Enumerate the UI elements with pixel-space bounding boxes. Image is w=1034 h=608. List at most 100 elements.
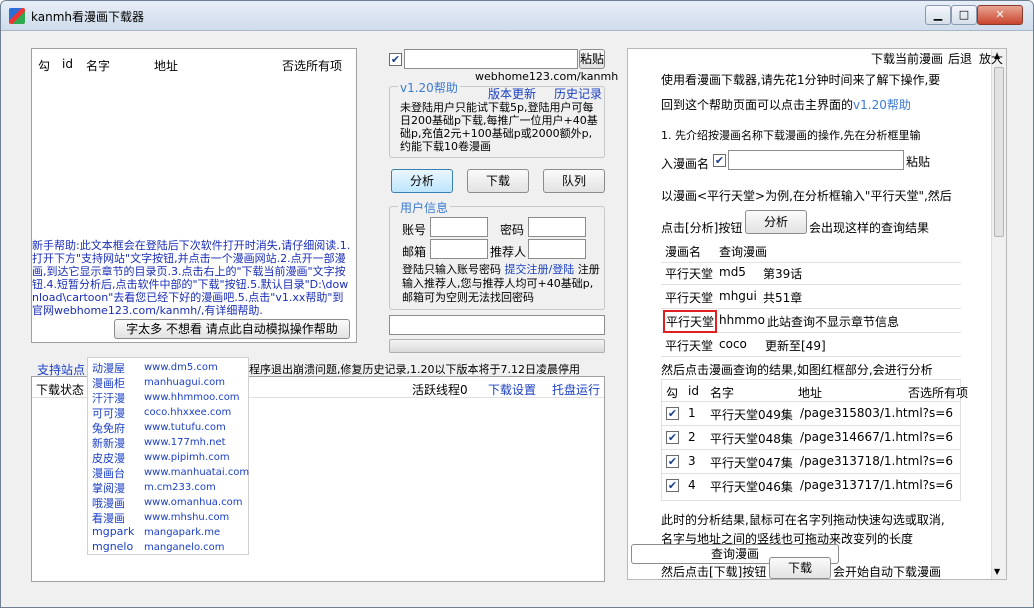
- chapter-list[interactable]: 勾 id 名字 地址 否选所有项 新手帮助:此文本框会在登陆后下次软件打开时消失…: [31, 48, 357, 343]
- tray-run-link[interactable]: 托盘运行: [552, 381, 600, 398]
- paste-button[interactable]: 粘贴: [579, 49, 605, 69]
- chapter-name: 平行天堂047集: [710, 456, 793, 470]
- site-url[interactable]: mangapark.me: [144, 527, 220, 538]
- deselect-all-header[interactable]: 否选所有项: [282, 57, 342, 79]
- user-info-group: 用户信息 账号 密码 邮箱 推荐人 登陆只输入账号密码 提交注册/登陆 注册输入…: [389, 199, 605, 310]
- zoom-link[interactable]: 放大: [979, 50, 1003, 67]
- login-tip-prefix: 登陆只输入账号密码: [402, 263, 501, 276]
- table-row: ✔ 4 平行天堂046集 /page313717/1.html?s=6: [662, 474, 960, 498]
- scroll-down-icon[interactable]: ▼: [994, 567, 1000, 576]
- site-url[interactable]: www.hhmmoo.com: [144, 392, 240, 403]
- result-info: 此站查询不显示章节信息: [767, 315, 900, 329]
- maximize-button[interactable]: □: [951, 5, 977, 25]
- demo-download-button: 下载: [769, 557, 831, 579]
- site-url[interactable]: www.manhuatai.com: [144, 467, 249, 478]
- analyze-button[interactable]: 分析: [391, 169, 453, 193]
- result-src: mhgui: [719, 289, 757, 303]
- list-header-name[interactable]: 名字: [86, 57, 110, 79]
- account-input[interactable]: [430, 217, 488, 237]
- site-name[interactable]: 可可漫: [92, 405, 125, 421]
- site-name[interactable]: 兔免府: [92, 420, 125, 436]
- chapter-check: ✔: [666, 479, 679, 492]
- referrer-label: 推荐人: [490, 245, 527, 259]
- chapter-addr: /page314667/1.html?s=6: [800, 430, 953, 444]
- chapter-check: ✔: [666, 407, 679, 420]
- result-name: 平行天堂: [665, 339, 714, 353]
- site-name[interactable]: 哦漫画: [92, 495, 125, 511]
- scroll-thumb[interactable]: [994, 67, 1004, 237]
- list-header-check[interactable]: 勾: [38, 57, 50, 79]
- minimize-button[interactable]: ▁: [925, 5, 951, 25]
- help-click-prefix: 点击[分析]按钮: [661, 221, 743, 235]
- active-threads: 活跃线程0: [412, 383, 468, 397]
- result-header-row: 漫画名 查询漫画: [661, 239, 961, 263]
- chapter-header-id: id: [688, 384, 699, 398]
- help-intro-1: 使用看漫画下载器,请先花1分钟时间来了解下操作,要: [661, 73, 941, 87]
- site-url[interactable]: www.pipimh.com: [144, 452, 230, 463]
- help-legend[interactable]: v1.20帮助: [398, 79, 460, 96]
- email-input[interactable]: [430, 239, 488, 259]
- chapter-id: 3: [688, 454, 696, 468]
- site-name[interactable]: 汗汗漫: [92, 390, 125, 406]
- chapter-name: 平行天堂048集: [710, 432, 793, 446]
- account-label: 账号: [402, 223, 427, 237]
- chapter-name: 平行天堂049集: [710, 408, 793, 422]
- queue-button[interactable]: 队列: [543, 169, 605, 193]
- download-button[interactable]: 下载: [467, 169, 529, 193]
- site-url[interactable]: www.mhshu.com: [144, 512, 229, 523]
- site-url[interactable]: manganelo.com: [144, 542, 224, 553]
- site-name[interactable]: 动漫屋: [92, 360, 125, 376]
- input-checkbox[interactable]: ✔: [389, 53, 402, 66]
- version-update-link[interactable]: 版本更新: [488, 85, 536, 102]
- password-label: 密码: [500, 223, 525, 237]
- site-name[interactable]: 皮皮漫: [92, 450, 125, 466]
- close-button[interactable]: ✕: [977, 5, 1023, 25]
- result-header-query: 查询漫画: [719, 245, 768, 259]
- site-name[interactable]: 漫画柜: [92, 375, 125, 391]
- help-final-suffix: 会开始自动下载漫画: [833, 565, 942, 579]
- register-login-link[interactable]: 提交注册/登陆: [505, 263, 575, 276]
- marquee-text: 程序退出崩溃问题,修复历史记录,1.20以下版本将于7.12日凌晨停用: [249, 363, 580, 376]
- download-current-link[interactable]: 下载当前漫画: [871, 50, 943, 67]
- password-input[interactable]: [528, 217, 586, 237]
- chapter-id: 1: [688, 406, 696, 420]
- search-input[interactable]: [404, 49, 578, 69]
- history-link[interactable]: 历史记录: [554, 85, 602, 102]
- site-name[interactable]: 看漫画: [92, 510, 125, 526]
- site-name[interactable]: 掌阅漫: [92, 480, 125, 496]
- site-url[interactable]: manhuagui.com: [144, 377, 225, 388]
- site-url[interactable]: www.dm5.com: [144, 362, 218, 373]
- site-name[interactable]: 新新漫: [92, 435, 125, 451]
- query-results-table: 漫画名 查询漫画 平行天堂 md5 第39话 平行天堂 mhgui 共51章 平…: [661, 239, 961, 357]
- site-url[interactable]: www.177mh.net: [144, 437, 226, 448]
- status-input[interactable]: [389, 315, 605, 335]
- site-url[interactable]: www.omanhua.com: [144, 497, 242, 508]
- table-row: ✔ 2 平行天堂048集 /page314667/1.html?s=6: [662, 426, 960, 450]
- chapter-header-name: 名字: [710, 386, 735, 400]
- site-name[interactable]: 漫画台: [92, 465, 125, 481]
- sites-popup: 动漫屋 www.dm5.com 漫画柜 manhuagui.com 汗汗漫 www.h…: [87, 357, 249, 555]
- download-settings-link[interactable]: 下载设置: [488, 381, 536, 398]
- site-url[interactable]: coco.hhxxee.com: [144, 407, 231, 418]
- help-group: v1.20帮助 版本更新 历史记录 未登陆用户只能试下载5p,登陆用户可每日20…: [389, 79, 605, 158]
- site-name[interactable]: mgnelo: [92, 540, 133, 553]
- list-header-id[interactable]: id: [62, 57, 73, 79]
- list-header-addr[interactable]: 地址: [154, 57, 178, 79]
- chapter-check: ✔: [666, 431, 679, 444]
- back-link[interactable]: 后退: [948, 50, 972, 67]
- result-src: hhmmo: [719, 313, 765, 327]
- result-info: 更新至[49]: [765, 339, 826, 353]
- help-scrollbar[interactable]: ▲ ▼: [991, 49, 1006, 579]
- result-name-highlighted: 平行天堂: [663, 310, 718, 333]
- result-header-name: 漫画名: [665, 245, 702, 259]
- referrer-input[interactable]: [528, 239, 586, 259]
- result-name: 平行天堂: [665, 267, 714, 281]
- site-name[interactable]: mgpark: [92, 525, 134, 538]
- site-url[interactable]: m.cm233.com: [144, 482, 216, 493]
- site-url[interactable]: www.tutufu.com: [144, 422, 226, 433]
- progress-bar: [389, 339, 605, 353]
- main-window: kanmh看漫画下载器 ▁ □ ✕ 勾 id 名字 地址 否选所有项 新手帮助:…: [0, 0, 1034, 608]
- auto-help-button[interactable]: 字太多 不想看 请点此自动模拟操作帮助: [114, 319, 350, 339]
- chapter-check: ✔: [666, 455, 679, 468]
- table-row: 平行天堂 md5 第39话: [661, 261, 961, 285]
